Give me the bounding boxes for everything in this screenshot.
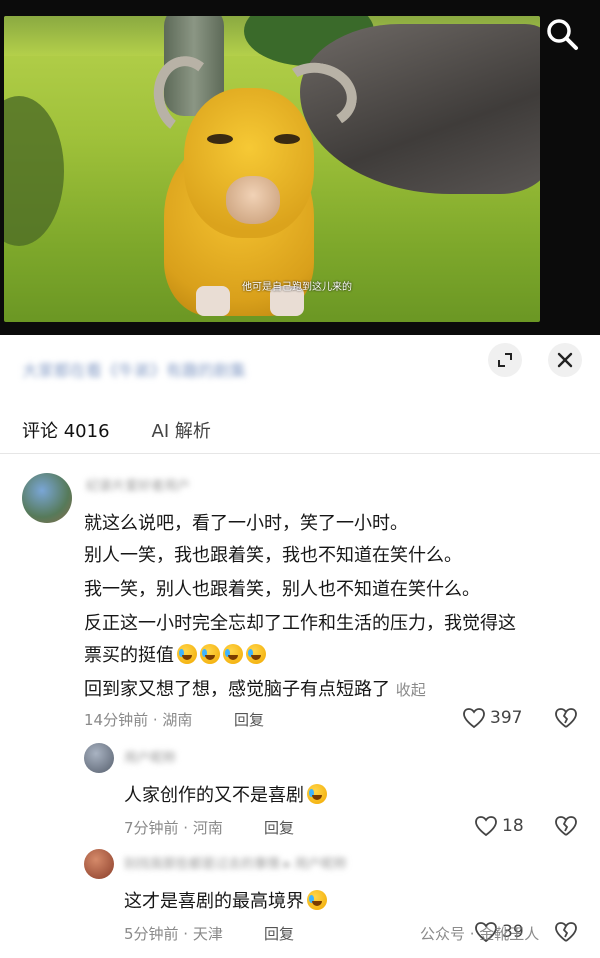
collapse-link[interactable]: 收起 xyxy=(396,681,426,699)
comment-text: 回到家又想了想，感觉脑子有点短路了 xyxy=(84,679,390,700)
avatar[interactable] xyxy=(22,473,72,523)
bull-eye-right xyxy=(274,134,300,144)
comment-meta: 5分钟前 · 天津 xyxy=(124,925,223,943)
bull-face xyxy=(226,176,280,224)
comment-text-line: 人家创作的又不是喜剧 xyxy=(124,781,327,807)
heart-icon xyxy=(475,816,497,837)
comment-tabs: 评论 4016 AI 解析 xyxy=(22,417,211,443)
comment-text: 这才是喜剧的最高境界 xyxy=(124,891,304,912)
broken-heart-icon[interactable] xyxy=(554,921,578,947)
comment-username[interactable]: 纪录片爱好者用户 xyxy=(86,475,190,494)
comment-meta: 14分钟前 · 湖南 xyxy=(84,711,193,729)
close-icon[interactable] xyxy=(548,343,582,377)
laugh-cry-emoji-icon xyxy=(200,644,220,664)
bull-eye-left xyxy=(207,134,233,144)
tab-ai-analysis[interactable]: AI 解析 xyxy=(152,417,211,443)
comments-sheet: 大家都在看《牛弟》有趣的剧集 评论 4016 AI 解析 纪录片爱好者用户 就这… xyxy=(0,335,600,958)
laugh-cry-emoji-icon xyxy=(223,644,243,664)
comment-text-line: 反正这一小时完全忘却了工作和生活的压力，我觉得这 xyxy=(84,613,516,634)
search-icon[interactable] xyxy=(544,16,580,52)
comment-text: 票买的挺值 xyxy=(84,645,174,666)
reply-button[interactable]: 回复 xyxy=(264,817,294,838)
laugh-cry-emoji-icon xyxy=(177,644,197,664)
comment-username[interactable]: 用户昵称 xyxy=(124,747,176,766)
watermark: 公众号 · 金靴王人 xyxy=(420,925,540,943)
laugh-cry-emoji-icon xyxy=(307,890,327,910)
comment-text-line: 回到家又想了想，感觉脑子有点短路了 收起 xyxy=(84,675,426,701)
like-count: 397 xyxy=(490,708,523,728)
expand-icon[interactable] xyxy=(488,343,522,377)
comment-text-line: 别人一笑，我也跟着笑，我也不知道在笑什么。 xyxy=(84,545,462,566)
sheet-title: 大家都在看《牛弟》有趣的剧集 xyxy=(22,361,247,380)
video-subtitle: 他可是自己跑到这儿来的 xyxy=(242,282,352,293)
avatar[interactable] xyxy=(84,743,114,773)
comment-text-line: 这才是喜剧的最高境界 xyxy=(124,887,327,913)
like-button[interactable]: 18 xyxy=(474,815,524,837)
laugh-cry-emoji-icon xyxy=(246,644,266,664)
tab-comments[interactable]: 评论 4016 xyxy=(22,417,110,443)
like-button[interactable]: 397 xyxy=(462,707,522,729)
comment-text-line: 我一笑，别人也跟着笑，别人也不知道在笑什么。 xyxy=(84,579,480,600)
video-player[interactable]: 他可是自己跑到这儿来的 xyxy=(0,0,600,335)
broken-heart-icon[interactable] xyxy=(554,707,578,733)
laugh-cry-emoji-icon xyxy=(307,784,327,804)
comment-text-line: 就这么说吧，看了一小时，笑了一小时。 xyxy=(84,513,408,534)
comment-username[interactable]: 别找我那些都是过去的事情 ▸ 用户昵称 xyxy=(124,853,347,872)
avatar[interactable] xyxy=(84,849,114,879)
comment-text-line: 票买的挺值 xyxy=(84,641,266,667)
bull-leg xyxy=(196,286,230,316)
tabs-divider xyxy=(0,453,600,454)
comment-meta: 7分钟前 · 河南 xyxy=(124,819,223,837)
reply-button[interactable]: 回复 xyxy=(234,709,264,730)
broken-heart-icon[interactable] xyxy=(554,815,578,841)
scene-bush xyxy=(4,96,64,246)
reply-button[interactable]: 回复 xyxy=(264,923,294,944)
video-frame: 他可是自己跑到这儿来的 xyxy=(4,16,540,322)
like-count: 18 xyxy=(502,816,524,836)
comment-text: 人家创作的又不是喜剧 xyxy=(124,785,304,806)
heart-icon xyxy=(463,708,485,729)
